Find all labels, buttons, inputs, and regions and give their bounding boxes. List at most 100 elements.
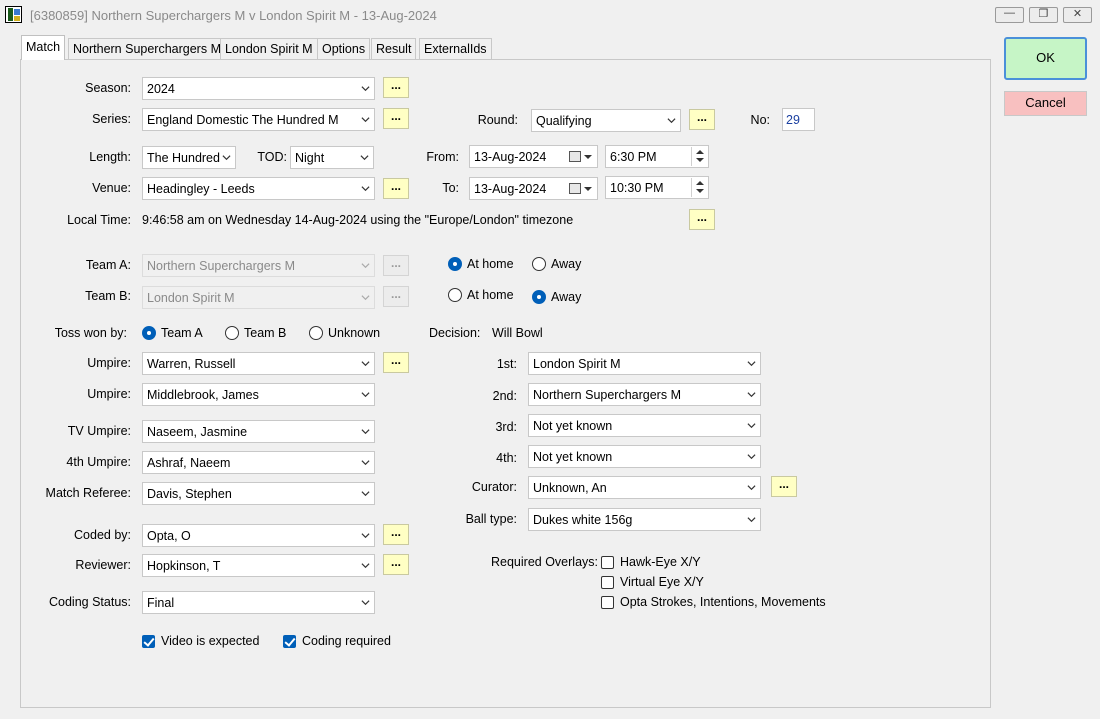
umpire2-value: Middlebrook, James xyxy=(147,388,259,402)
match-no-value: 29 xyxy=(786,113,800,127)
reviewer-select[interactable]: Hopkinson, T xyxy=(142,554,375,577)
reviewer-ellipsis-button[interactable]: ... xyxy=(383,554,409,575)
toss-team-b-radio[interactable] xyxy=(225,326,239,340)
curator-select[interactable]: Unknown, An xyxy=(528,476,761,499)
umpire2-select[interactable]: Middlebrook, James xyxy=(142,383,375,406)
hawkeye-checkbox[interactable] xyxy=(601,556,614,569)
tab-options[interactable]: Options xyxy=(317,38,371,59)
chevron-down-icon xyxy=(361,295,370,301)
season-select[interactable]: 2024 xyxy=(142,77,375,100)
hawkeye-label: Hawk-Eye X/Y xyxy=(620,555,701,569)
team-a-away-radio[interactable] xyxy=(532,257,546,271)
venue-select[interactable]: Headingley - Leeds xyxy=(142,177,375,200)
series-ellipsis-button[interactable]: ... xyxy=(383,108,409,129)
venue-value: Headingley - Leeds xyxy=(147,182,255,196)
chevron-down-icon xyxy=(361,533,370,539)
chevron-down-icon xyxy=(361,186,370,192)
round-ellipsis-button[interactable]: ... xyxy=(689,109,715,130)
fourth-umpire-select[interactable]: Ashraf, Naeem xyxy=(142,451,375,474)
toss-unknown-radio[interactable] xyxy=(309,326,323,340)
virtual-eye-label: Virtual Eye X/Y xyxy=(620,575,704,589)
round-select[interactable]: Qualifying xyxy=(531,109,681,132)
toss-team-a-radio[interactable] xyxy=(142,326,156,340)
chevron-down-icon xyxy=(747,361,756,367)
minimize-button[interactable]: — xyxy=(995,7,1024,23)
no-label: No: xyxy=(750,113,770,127)
first-value: London Spirit M xyxy=(533,357,621,371)
from-date-picker[interactable]: 13-Aug-2024 xyxy=(469,145,598,168)
to-time-input[interactable]: 10:30 PM xyxy=(605,176,709,199)
virtual-eye-checkbox[interactable] xyxy=(601,576,614,589)
second-select[interactable]: Northern Superchargers M xyxy=(528,383,761,406)
tab-match[interactable]: Match xyxy=(21,35,66,60)
second-value: Northern Superchargers M xyxy=(533,388,681,402)
fourth-value: Not yet known xyxy=(533,450,613,464)
local-time-ellipsis-button[interactable]: ... xyxy=(689,209,715,230)
ball-type-select[interactable]: Dukes white 156g xyxy=(528,508,761,531)
umpire1-ellipsis-button[interactable]: ... xyxy=(383,352,409,373)
time-spinner[interactable] xyxy=(691,178,707,197)
fourth-select[interactable]: Not yet known xyxy=(528,445,761,468)
coding-status-select[interactable]: Final xyxy=(142,591,375,614)
to-date-picker[interactable]: 13-Aug-2024 xyxy=(469,177,598,200)
season-ellipsis-button[interactable]: ... xyxy=(383,77,409,98)
toss-won-by-label: Toss won by: xyxy=(54,326,127,340)
ok-button[interactable]: OK xyxy=(1004,37,1087,80)
umpire1-select[interactable]: Warren, Russell xyxy=(142,352,375,375)
chevron-down-icon xyxy=(361,263,370,269)
length-label: Length: xyxy=(89,150,131,164)
umpire1-label: Umpire: xyxy=(87,356,131,370)
tab-result[interactable]: Result xyxy=(371,38,417,59)
time-spinner[interactable] xyxy=(691,147,707,166)
to-date-value: 13-Aug-2024 xyxy=(474,182,547,196)
team-a-at-home-radio[interactable] xyxy=(448,257,462,271)
opta-strokes-checkbox[interactable] xyxy=(601,596,614,609)
coded-by-select[interactable]: Opta, O xyxy=(142,524,375,547)
series-select[interactable]: England Domestic The Hundred M xyxy=(142,108,375,131)
coded-by-ellipsis-button[interactable]: ... xyxy=(383,524,409,545)
reviewer-value: Hopkinson, T xyxy=(147,559,221,573)
venue-ellipsis-button[interactable]: ... xyxy=(383,178,409,199)
team-b-ellipsis-button: ... xyxy=(383,286,409,307)
close-button[interactable]: ✕ xyxy=(1063,7,1092,23)
cancel-button[interactable]: Cancel xyxy=(1004,91,1087,116)
team-b-at-home-radio[interactable] xyxy=(448,288,462,302)
chevron-down-icon xyxy=(747,485,756,491)
coding-required-checkbox[interactable] xyxy=(283,635,296,648)
team-b-label: Team B: xyxy=(85,289,131,303)
chevron-down-icon xyxy=(361,86,370,92)
chevron-down-icon xyxy=(361,429,370,435)
opta-strokes-label: Opta Strokes, Intentions, Movements xyxy=(620,595,826,609)
fourth-umpire-value: Ashraf, Naeem xyxy=(147,456,231,470)
match-referee-select[interactable]: Davis, Stephen xyxy=(142,482,375,505)
first-select[interactable]: London Spirit M xyxy=(528,352,761,375)
third-select[interactable]: Not yet known xyxy=(528,414,761,437)
team-b-away-label: Away xyxy=(551,290,582,304)
match-no-input[interactable]: 29 xyxy=(782,108,815,131)
tab-team-b[interactable]: London Spirit M xyxy=(220,38,318,59)
team-b-away-radio[interactable] xyxy=(532,290,546,304)
chevron-down-icon xyxy=(222,155,231,161)
video-expected-checkbox[interactable] xyxy=(142,635,155,648)
second-label: 2nd: xyxy=(492,389,517,403)
tv-umpire-label: TV Umpire: xyxy=(67,424,131,438)
tv-umpire-value: Naseem, Jasmine xyxy=(147,425,248,439)
tab-external-ids[interactable]: ExternalIds xyxy=(419,38,492,59)
fourth-umpire-label: 4th Umpire: xyxy=(66,455,131,469)
team-a-value: Northern Superchargers M xyxy=(147,259,295,273)
season-value: 2024 xyxy=(147,82,175,96)
chevron-down-icon xyxy=(361,361,370,367)
season-label: Season: xyxy=(85,81,131,95)
decision-label: Decision: xyxy=(429,326,481,340)
team-b-at-home-label: At home xyxy=(467,288,514,302)
chevron-down-icon xyxy=(361,563,370,569)
maximize-button[interactable]: ❐ xyxy=(1029,7,1058,23)
tab-team-a[interactable]: Northern Superchargers M xyxy=(68,38,226,59)
tv-umpire-select[interactable]: Naseem, Jasmine xyxy=(142,420,375,443)
curator-ellipsis-button[interactable]: ... xyxy=(771,476,797,497)
to-time-value: 10:30 PM xyxy=(610,181,664,195)
umpire1-value: Warren, Russell xyxy=(147,357,236,371)
tod-select[interactable]: Night xyxy=(290,146,374,169)
length-select[interactable]: The Hundred xyxy=(142,146,236,169)
from-time-input[interactable]: 6:30 PM xyxy=(605,145,709,168)
